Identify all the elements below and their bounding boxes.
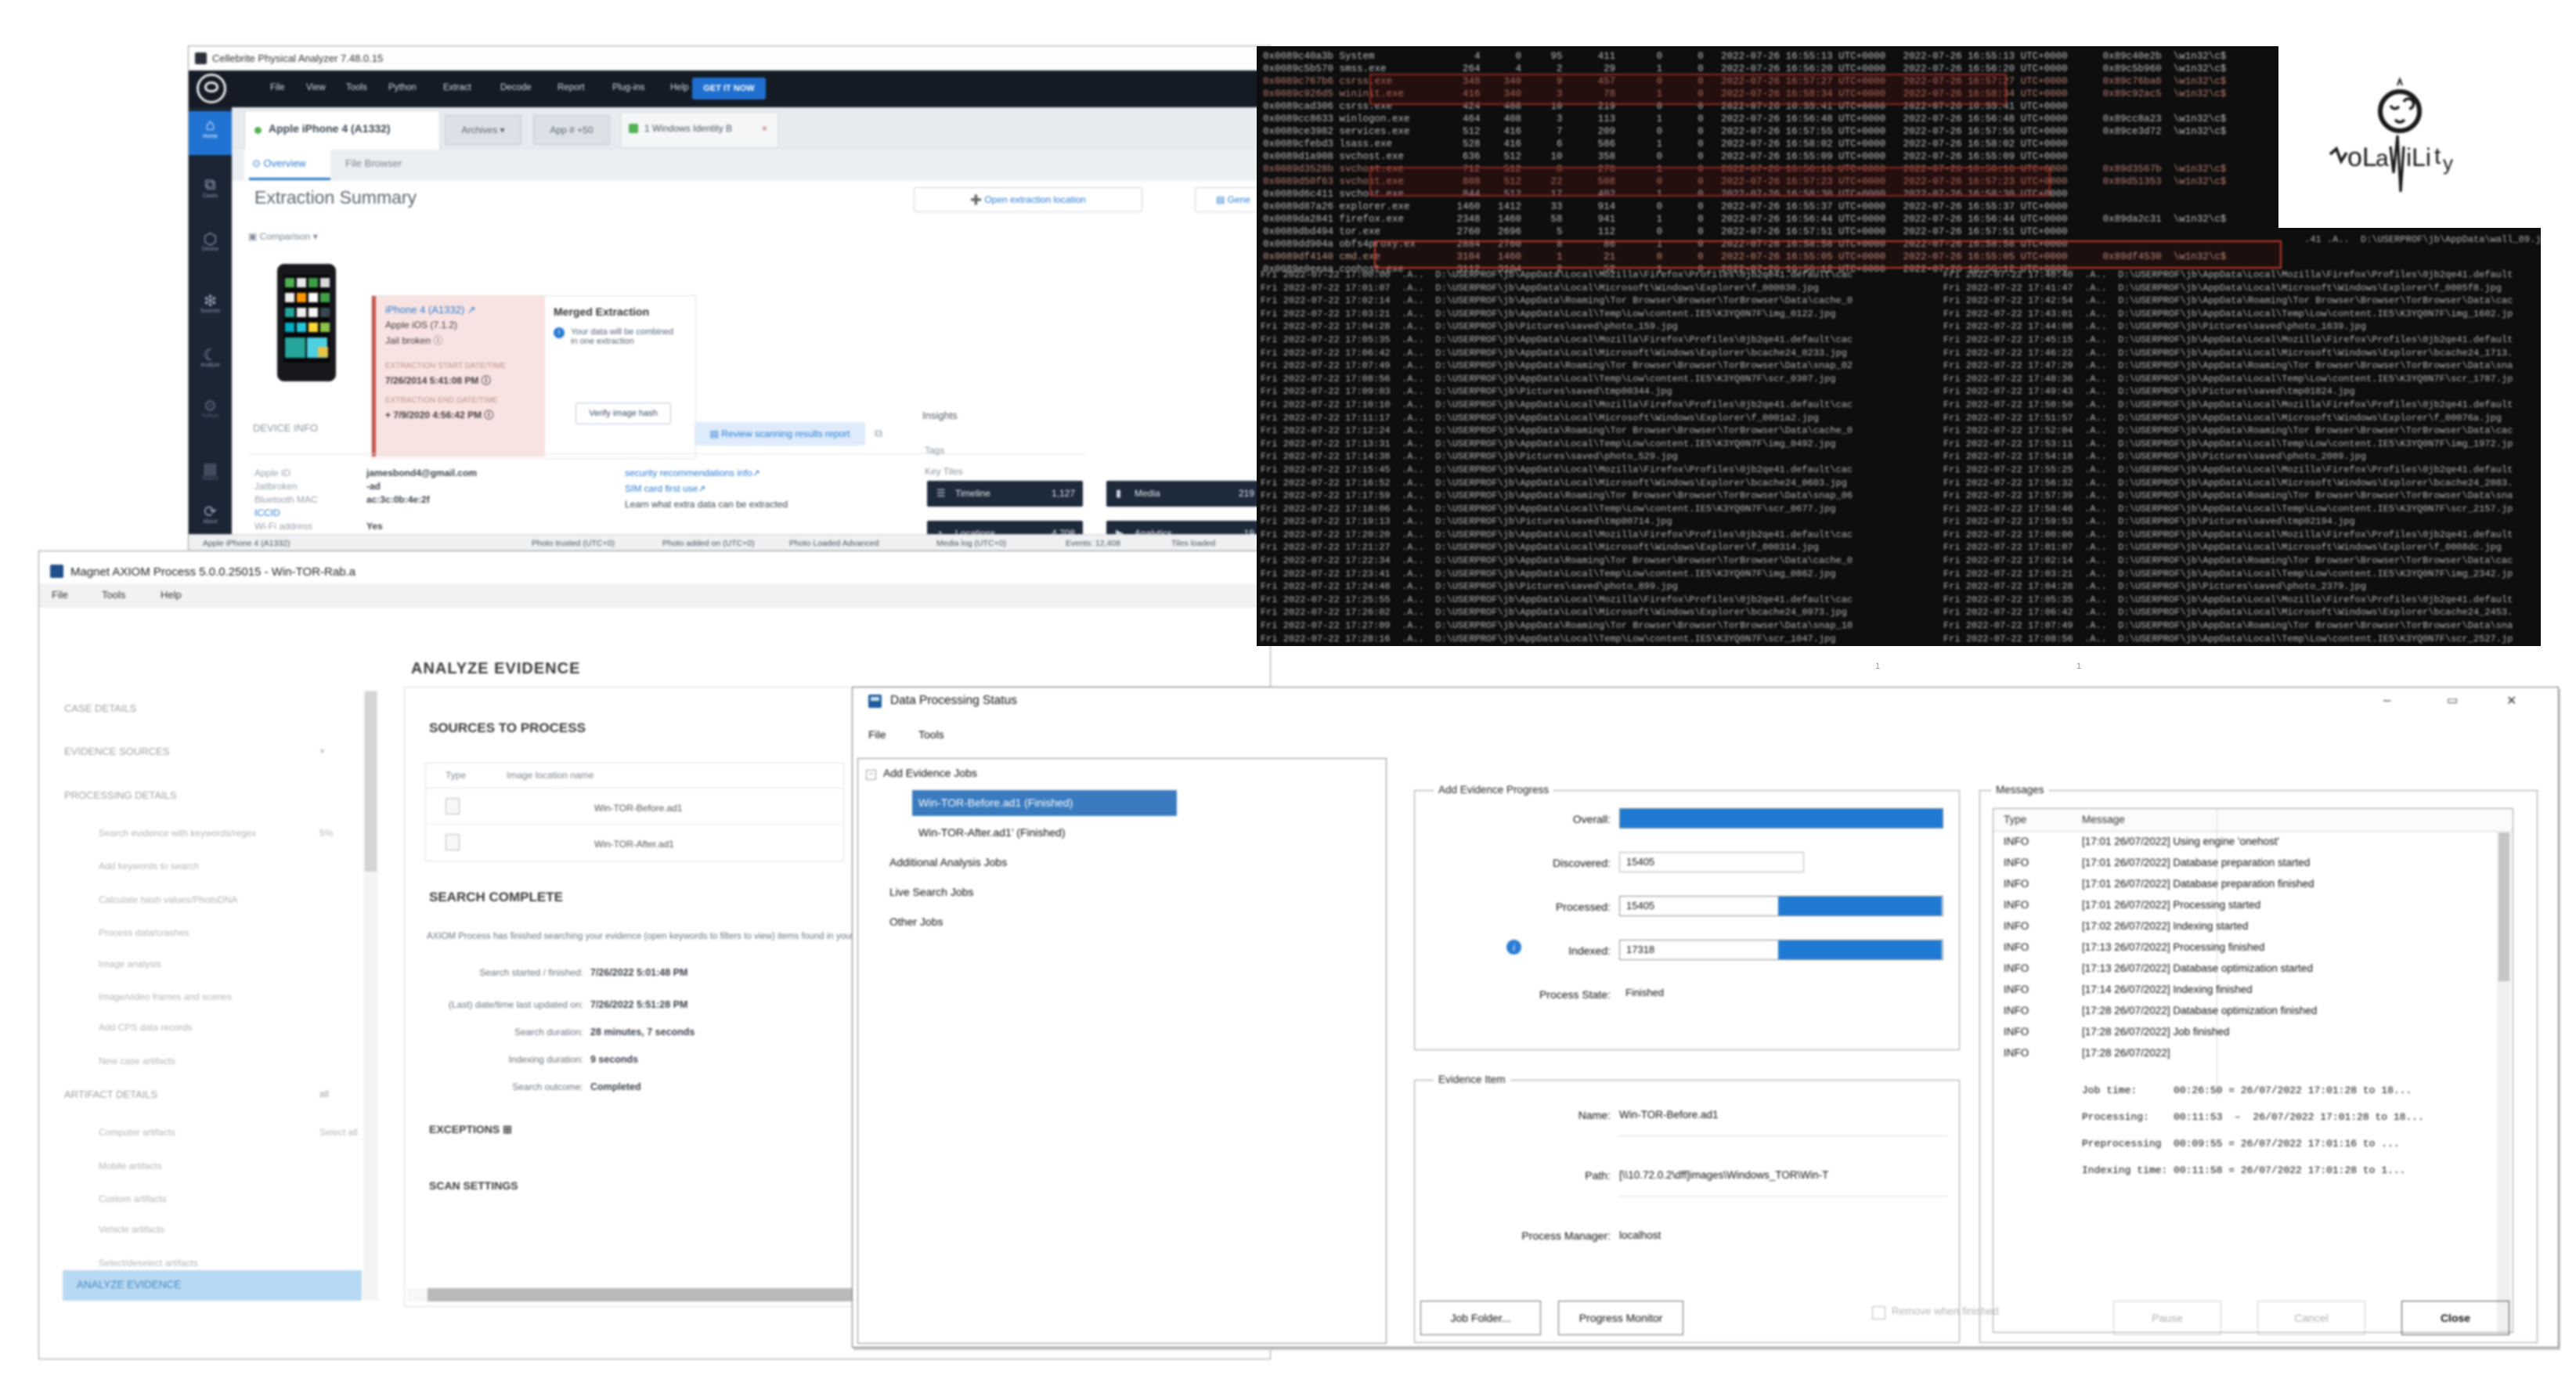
svg-text:t: t xyxy=(2434,143,2441,169)
svg-text:y: y xyxy=(2443,151,2453,175)
svg-text:a: a xyxy=(2376,146,2389,171)
svg-text:iLi: iLi xyxy=(2406,143,2431,171)
svg-text:oL: oL xyxy=(2347,143,2377,172)
